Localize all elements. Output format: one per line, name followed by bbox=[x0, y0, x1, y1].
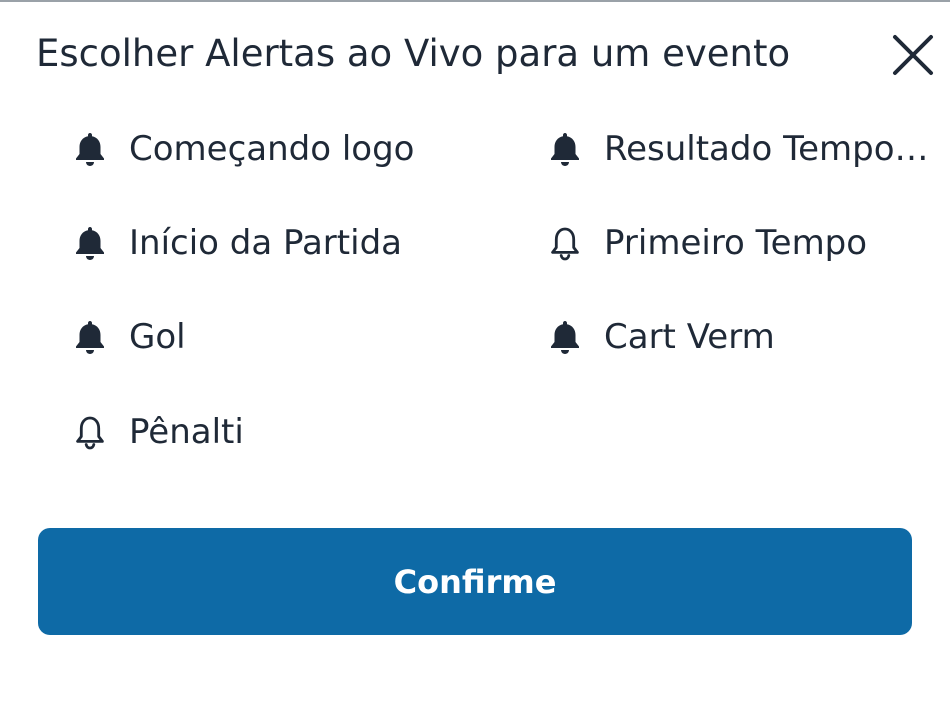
bell-filled-icon bbox=[72, 319, 108, 355]
alert-option-inicio-da-partida[interactable]: Início da Partida bbox=[72, 218, 492, 268]
confirm-button[interactable]: Confirme bbox=[38, 528, 912, 635]
alert-option-label: Primeiro Tempo bbox=[604, 223, 868, 263]
alert-option-cart-verm[interactable]: Cart Verm bbox=[547, 312, 942, 362]
dialog-title: Escolher Alertas ao Vivo para um evento bbox=[36, 32, 791, 75]
top-divider bbox=[0, 0, 950, 2]
bell-outline-icon bbox=[547, 225, 583, 261]
alert-option-penalti[interactable]: Pênalti bbox=[72, 407, 492, 457]
bell-filled-icon bbox=[72, 225, 108, 261]
bell-filled-icon bbox=[547, 131, 583, 167]
alert-option-label: Cart Verm bbox=[604, 317, 775, 357]
alert-option-label: Começando logo bbox=[129, 129, 415, 169]
alert-option-label: Resultado Tempo ... bbox=[604, 129, 934, 169]
alert-option-comecando-logo[interactable]: Começando logo bbox=[72, 124, 492, 174]
alert-option-label: Gol bbox=[129, 317, 186, 357]
alert-option-label: Início da Partida bbox=[129, 223, 402, 263]
alert-option-label: Pênalti bbox=[129, 412, 244, 452]
alert-option-resultado-tempo[interactable]: Resultado Tempo ... bbox=[547, 124, 942, 174]
bell-filled-icon bbox=[547, 319, 583, 355]
bell-filled-icon bbox=[72, 131, 108, 167]
close-button[interactable] bbox=[888, 30, 938, 80]
close-icon bbox=[893, 35, 933, 75]
alert-option-gol[interactable]: Gol bbox=[72, 312, 492, 362]
alert-option-primeiro-tempo[interactable]: Primeiro Tempo bbox=[547, 218, 942, 268]
bell-outline-icon bbox=[72, 414, 108, 450]
